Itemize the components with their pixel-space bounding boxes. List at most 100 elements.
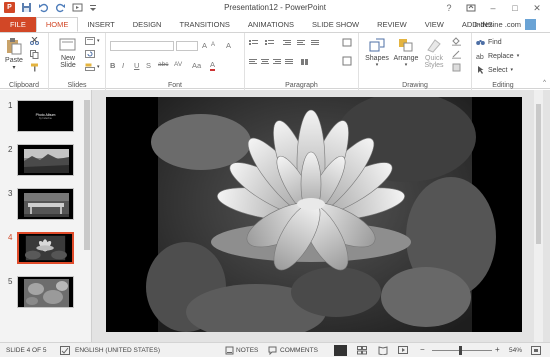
thumbnail-scroll-thumb[interactable]: [84, 100, 90, 250]
restore-button[interactable]: □: [504, 1, 526, 15]
paste-dropdown-icon: ▾: [12, 65, 16, 71]
format-painter-icon: [30, 63, 39, 72]
user-account[interactable]: Indezine .com: [474, 17, 536, 32]
tab-transitions[interactable]: TRANSITIONS: [170, 17, 238, 32]
font-name-combobox[interactable]: [110, 41, 174, 51]
slide-scroll-thumb[interactable]: [536, 104, 541, 244]
change-case-button[interactable]: Aa: [192, 61, 201, 70]
zoom-slider-thumb[interactable]: [459, 346, 462, 355]
new-slide-button[interactable]: New Slide: [55, 37, 81, 69]
avatar: [525, 19, 536, 30]
tab-design[interactable]: DESIGN: [124, 17, 171, 32]
layout-icon: [85, 37, 95, 45]
tab-slide-show[interactable]: SLIDE SHOW: [303, 17, 368, 32]
thumbnail-scrollbar[interactable]: [83, 92, 91, 340]
font-group-label: Font: [167, 82, 182, 89]
editing-group-label: Editing: [492, 82, 514, 89]
underline-button[interactable]: U: [134, 61, 139, 70]
italic-button[interactable]: I: [122, 61, 124, 70]
shape-fill-button[interactable]: [452, 37, 461, 46]
layout-button[interactable]: ▾: [85, 37, 100, 45]
strikethrough-button[interactable]: abc: [158, 61, 168, 68]
shape-outline-button[interactable]: [452, 50, 461, 59]
select-button[interactable]: Select ▾: [476, 66, 513, 74]
cursor-icon: [476, 66, 485, 74]
svg-text:ab: ab: [476, 54, 484, 60]
clipboard-group: Paste ▾ Clipboard: [0, 33, 49, 90]
fit-slide-icon[interactable]: [531, 346, 541, 357]
lotus-photo: [146, 97, 496, 332]
slide-sorter-view-icon[interactable]: [357, 346, 367, 357]
replace-icon: ab: [476, 52, 485, 61]
tab-file[interactable]: FILE: [0, 17, 36, 32]
find-button[interactable]: Find: [476, 38, 502, 46]
tab-animations[interactable]: ANIMATIONS: [239, 17, 303, 32]
slide-number-3: 3: [8, 189, 13, 198]
zoom-in-button[interactable]: +: [495, 345, 500, 354]
reading-view-icon[interactable]: [378, 346, 388, 357]
ribbon-display-options-icon[interactable]: [460, 1, 482, 15]
font-size-combobox[interactable]: [176, 41, 198, 51]
normal-view-icon[interactable]: [334, 345, 347, 356]
paragraph-group: Paragraph: [245, 33, 359, 90]
drawing-group-label: Drawing: [402, 82, 428, 89]
zoom-slider[interactable]: [432, 350, 492, 351]
ribbon: Paste ▾ Clipboard New Slide ▾ ▾ Slides A…: [0, 32, 550, 90]
notes-button[interactable]: NOTES: [236, 347, 258, 354]
slide-number-1: 1: [8, 101, 13, 110]
landscape-thumbnail-image: [24, 149, 69, 173]
slide-thumbnail-5[interactable]: [17, 276, 74, 308]
quick-styles-icon: [425, 37, 443, 53]
slide-thumbnail-1[interactable]: Photo Album by Indezine: [17, 100, 74, 132]
replace-button[interactable]: ab Replace ▾: [476, 52, 519, 62]
shrink-font-button[interactable]: A: [211, 42, 215, 48]
slide-thumbnails-pane: 1 Photo Album by Indezine 2 3 4 5: [0, 90, 92, 342]
binoculars-icon: [476, 38, 485, 46]
zoom-level[interactable]: 54%: [509, 347, 522, 354]
section-button[interactable]: ▾: [85, 63, 100, 71]
close-button[interactable]: ✕: [526, 1, 548, 15]
collapse-ribbon-icon[interactable]: ^: [543, 80, 546, 86]
language-indicator[interactable]: ENGLISH (UNITED STATES): [75, 347, 160, 354]
tab-review[interactable]: REVIEW: [368, 17, 416, 32]
slide-scrollbar[interactable]: [534, 90, 543, 342]
grow-font-button[interactable]: A: [202, 41, 207, 50]
tab-insert[interactable]: INSERT: [78, 17, 123, 32]
zoom-out-button[interactable]: −: [420, 345, 425, 354]
help-button[interactable]: ?: [438, 1, 460, 15]
font-color-button[interactable]: A: [210, 61, 216, 71]
shapes-button[interactable]: Shapes ▾: [364, 37, 390, 68]
text-shadow-button[interactable]: S: [146, 61, 151, 70]
shape-effects-button[interactable]: [452, 63, 461, 72]
paint-bucket-icon: [452, 37, 461, 46]
cut-button[interactable]: [30, 36, 39, 45]
slide-show-view-icon[interactable]: [398, 346, 408, 357]
title-bar: P Presentation12 - PowerPoint ? – □ ✕: [0, 0, 550, 17]
paragraph-controls-icon[interactable]: [247, 37, 359, 81]
reset-button[interactable]: [85, 50, 95, 58]
paste-button[interactable]: Paste ▾: [3, 37, 25, 71]
lotus-thumbnail-image: [24, 235, 67, 261]
quick-styles-button[interactable]: Quick Styles: [421, 37, 447, 69]
comments-button[interactable]: COMMENTS: [280, 347, 318, 354]
slide-thumbnail-4[interactable]: [17, 232, 74, 264]
reset-icon: [85, 50, 95, 58]
tab-view[interactable]: VIEW: [416, 17, 453, 32]
current-slide[interactable]: [106, 97, 522, 332]
quick-styles-label-2: Styles: [424, 62, 444, 69]
arrange-button[interactable]: Arrange ▾: [392, 37, 420, 68]
clipboard-group-label: Clipboard: [9, 82, 39, 89]
copy-button[interactable]: [30, 50, 39, 59]
tab-home[interactable]: HOME: [35, 17, 79, 32]
format-painter-button[interactable]: [30, 63, 39, 72]
replace-label: Replace: [488, 52, 514, 60]
section-dropdown-icon: ▾: [97, 64, 100, 70]
bold-button[interactable]: B: [110, 61, 115, 70]
clear-formatting-button[interactable]: A: [226, 41, 231, 50]
slide-thumbnail-3[interactable]: [17, 188, 74, 220]
slide-thumbnail-2[interactable]: [17, 144, 74, 176]
proofing-icon[interactable]: [60, 346, 70, 357]
minimize-button[interactable]: –: [482, 1, 504, 15]
character-spacing-button[interactable]: AV: [174, 61, 182, 68]
status-bar: SLIDE 4 OF 5 ENGLISH (UNITED STATES) NOT…: [0, 342, 550, 357]
